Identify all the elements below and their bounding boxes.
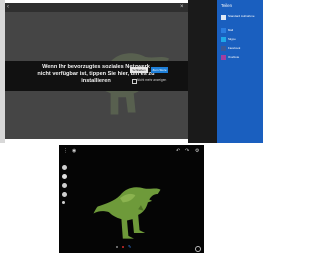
window-titlebar xyxy=(5,3,188,12)
back-arrow-icon[interactable]: ‹ xyxy=(7,4,13,10)
color-swatch-red[interactable] xyxy=(122,246,124,248)
share-item-label: Facebook xyxy=(228,46,241,50)
color-swatch-gray[interactable] xyxy=(116,246,118,248)
skype-icon xyxy=(221,37,226,42)
facebook-icon xyxy=(221,46,226,51)
onenote-icon xyxy=(221,55,226,60)
share-item-label: OneNote xyxy=(228,55,240,59)
mail-icon xyxy=(221,28,226,33)
tool-paint-icon[interactable] xyxy=(62,174,67,179)
share-item-mail[interactable]: Mail xyxy=(221,28,259,34)
brush-icon[interactable]: ✎ xyxy=(128,245,134,249)
tool-rotate-icon[interactable] xyxy=(62,165,67,170)
share-thumbnail xyxy=(221,15,226,20)
share-item-label: Mail xyxy=(228,28,234,32)
checkbox-label: Nicht mehr anzeigen xyxy=(137,78,167,82)
redo-icon[interactable]: ↷ xyxy=(185,149,189,154)
menu-icon[interactable]: ⋮ xyxy=(63,149,68,154)
tool-move-icon[interactable] xyxy=(62,183,67,188)
camera-icon[interactable]: ◉ xyxy=(72,149,76,154)
share-item-skype[interactable]: Skype xyxy=(221,37,259,43)
store-button[interactable]: Zum Store xyxy=(151,67,168,73)
share-item-onenote[interactable]: OneNote xyxy=(221,55,259,61)
share-header-text: Standard Aufnahme xyxy=(228,14,255,18)
settings-icon[interactable]: ⚙ xyxy=(195,149,199,154)
close-button[interactable]: Schließen xyxy=(130,67,148,73)
dinosaur-3d-model[interactable] xyxy=(92,180,162,240)
help-icon[interactable] xyxy=(195,246,201,252)
share-item-facebook[interactable]: Facebook xyxy=(221,46,259,52)
dimmed-background-strip xyxy=(188,0,217,143)
tool-extra-icon[interactable] xyxy=(62,201,65,204)
undo-icon[interactable]: ↶ xyxy=(176,149,180,154)
tool-scale-icon[interactable] xyxy=(62,192,67,197)
share-charm-pane xyxy=(217,0,263,143)
share-title: Teilen xyxy=(221,3,232,8)
close-icon[interactable]: × xyxy=(180,4,186,10)
share-item-label: Skype xyxy=(228,37,236,41)
